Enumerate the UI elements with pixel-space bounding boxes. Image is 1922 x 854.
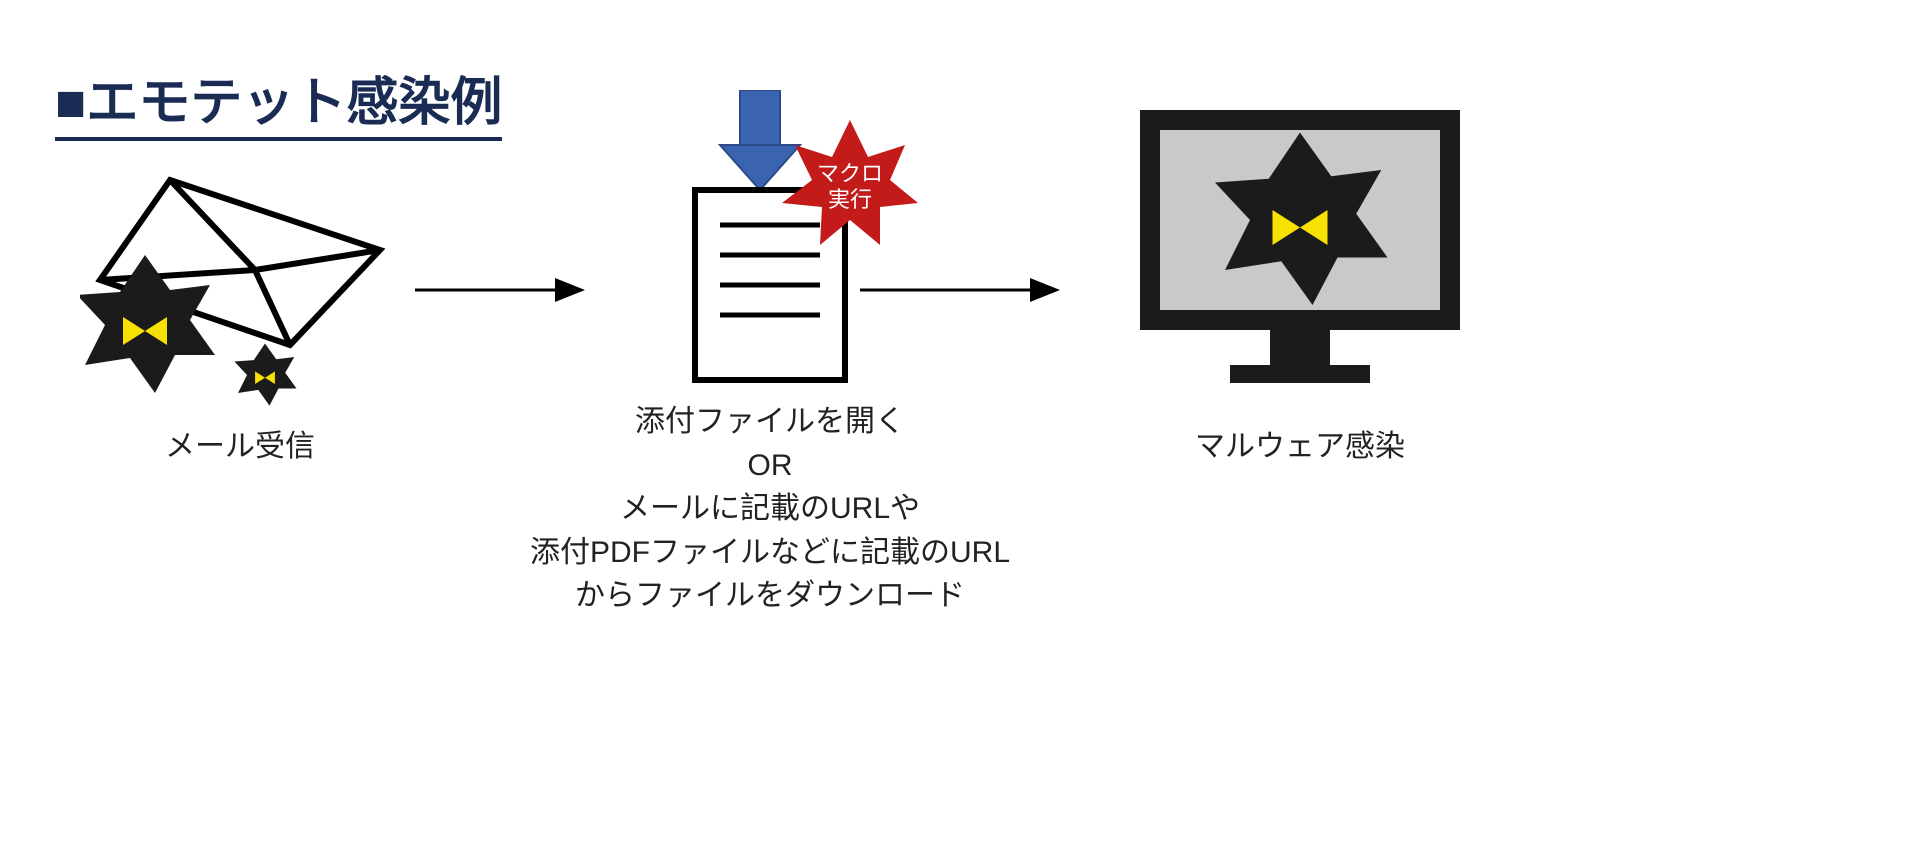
stage2-caption-line5: からファイルをダウンロード bbox=[530, 574, 1010, 618]
stage3-caption: マルウェア感染 bbox=[1100, 425, 1500, 469]
flow-arrow-2-icon bbox=[860, 270, 1060, 315]
stage2-caption-line4: 添付PDFファイルなどに記載のURL bbox=[530, 531, 1010, 575]
malware-star-small-icon bbox=[234, 344, 296, 406]
stage2-caption: 添付ファイルを開く OR メールに記載のURLや 添付PDFファイルなどに記載の… bbox=[530, 400, 1010, 618]
stage1-caption: メール受信 bbox=[80, 425, 400, 469]
badge-line2: 実行 bbox=[828, 187, 872, 212]
stage-mail-receive: メール受信 bbox=[80, 150, 400, 469]
stage2-caption-line2: OR bbox=[530, 444, 1010, 488]
badge-line1: マクロ bbox=[817, 161, 883, 186]
stage-open-attachment: マクロ 実行 添付ファイルを開く OR メールに記載のURLや 添付PDFファイ… bbox=[530, 90, 1010, 618]
diagram-title: ■エモテット感染例 bbox=[55, 60, 502, 141]
stage-malware-infection: マルウェア感染 bbox=[1100, 90, 1500, 469]
monitor-infected-icon bbox=[1120, 90, 1480, 410]
document-with-badge-icon: マクロ 実行 bbox=[620, 90, 920, 390]
stage2-caption-line3: メールに記載のURLや bbox=[530, 487, 1010, 531]
download-arrow-icon bbox=[720, 90, 800, 190]
envelope-with-malware-icon bbox=[80, 150, 400, 410]
stage2-caption-line1: 添付ファイルを開く bbox=[530, 400, 1010, 444]
